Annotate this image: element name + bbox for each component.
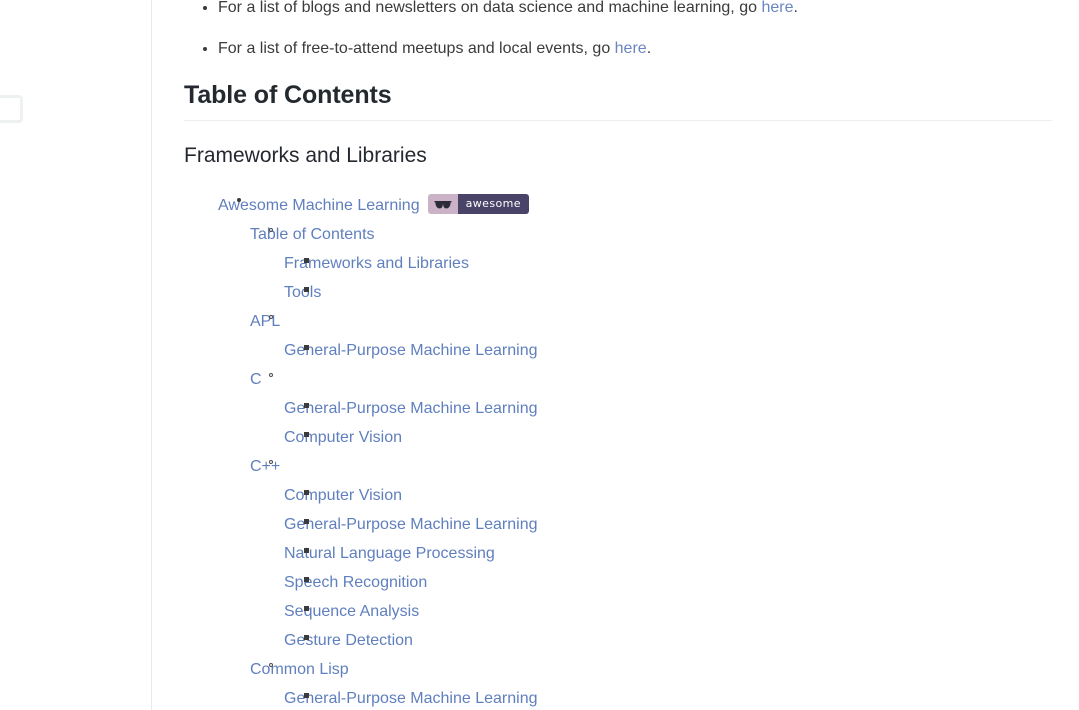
toc-link[interactable]: C bbox=[250, 371, 262, 388]
toc-link[interactable]: Gesture Detection bbox=[284, 632, 413, 649]
list-item: General-Purpose Machine Learning bbox=[250, 510, 1054, 539]
toc-row: Frameworks and Libraries bbox=[284, 249, 1054, 278]
page-title: Table of Contents bbox=[184, 81, 392, 109]
toc-link[interactable]: General-Purpose Machine Learning bbox=[284, 690, 537, 707]
list-item: Frameworks and Libraries bbox=[250, 249, 1054, 278]
intro-list-item: For a list of free-to-attend meetups and… bbox=[184, 39, 1054, 58]
list-item: C++ Computer Vision General-Purpose Machin… bbox=[218, 452, 1054, 655]
toc-link[interactable]: Awesome Machine Learning bbox=[218, 197, 420, 214]
list-item: General-Purpose Machine Learning bbox=[250, 336, 1054, 365]
intro-text: For a list of free-to-attend meetups and… bbox=[218, 40, 615, 57]
toc-row: General-Purpose Machine Learning bbox=[284, 394, 1054, 423]
list-item: Sequence Analysis bbox=[250, 597, 1054, 626]
toc-link[interactable]: Frameworks and Libraries bbox=[284, 255, 469, 272]
list-item: Awesome Machine Learning awesome Table of … bbox=[184, 189, 1054, 710]
list-item: Speech Recognition bbox=[250, 568, 1054, 597]
toc-row: APL bbox=[250, 307, 1054, 336]
toc-link[interactable]: Computer Vision bbox=[284, 429, 402, 446]
intro-text-trailing: . bbox=[646, 40, 652, 57]
intro-list-item: For a list of blogs and newsletters on d… bbox=[184, 0, 1054, 17]
here-link[interactable]: here bbox=[615, 40, 647, 57]
gutter-vertical-rule bbox=[151, 0, 152, 710]
sunglasses-icon bbox=[427, 194, 458, 214]
toc-link[interactable]: Natural Language Processing bbox=[284, 545, 495, 562]
list-item: Computer Vision bbox=[250, 481, 1054, 510]
toc-link[interactable]: Computer Vision bbox=[284, 487, 402, 504]
toc-row: General-Purpose Machine Learning bbox=[284, 336, 1054, 365]
toc-row: C++ bbox=[250, 452, 1054, 481]
list-item: Natural Language Processing bbox=[250, 539, 1054, 568]
toc-row: Awesome Machine Learning awesome bbox=[218, 189, 1054, 220]
list-item: Common Lisp General-Purpose Machine Learn… bbox=[218, 655, 1054, 710]
toc-row: Speech Recognition bbox=[284, 568, 1054, 597]
toc-row: Gesture Detection bbox=[284, 626, 1054, 655]
list-item: General-Purpose Machine Learning bbox=[250, 394, 1054, 423]
toc-link[interactable]: General-Purpose Machine Learning bbox=[284, 400, 537, 417]
awesome-badge[interactable]: awesome bbox=[427, 194, 529, 214]
toc-level-3-list: General-Purpose Machine Learning bbox=[250, 684, 1054, 710]
list-item: APL General-Purpose Machine Learning bbox=[218, 307, 1054, 365]
toc-link[interactable]: General-Purpose Machine Learning bbox=[284, 516, 537, 533]
heading-divider bbox=[184, 120, 1052, 121]
main-content: For a list of blogs and newsletters on d… bbox=[184, 0, 1054, 710]
toc-level-1-list: Awesome Machine Learning awesome Table of … bbox=[184, 189, 1054, 710]
edge-widget-partial[interactable] bbox=[0, 95, 23, 123]
toc-link[interactable]: General-Purpose Machine Learning bbox=[284, 342, 537, 359]
list-item: Tools bbox=[250, 278, 1054, 307]
toc-level-3-list: Computer Vision General-Purpose Machine L… bbox=[250, 481, 1054, 655]
toc-row: C bbox=[250, 365, 1054, 394]
toc-level-3-list: General-Purpose Machine Learning bbox=[250, 336, 1054, 365]
list-item: Table of Contents Frameworks and Librarie… bbox=[218, 220, 1054, 307]
toc-link[interactable]: APL bbox=[250, 313, 280, 330]
toc-row: Computer Vision bbox=[284, 423, 1054, 452]
toc-row: Table of Contents bbox=[250, 220, 1054, 249]
toc-link[interactable]: Common Lisp bbox=[250, 661, 349, 678]
toc-row: General-Purpose Machine Learning bbox=[284, 684, 1054, 710]
toc-link[interactable]: C++ bbox=[250, 458, 280, 475]
intro-text-trailing: . bbox=[793, 0, 798, 16]
toc-row: Tools bbox=[284, 278, 1054, 307]
toc-link[interactable]: Tools bbox=[284, 284, 321, 301]
page-root: For a list of blogs and newsletters on d… bbox=[0, 0, 1079, 710]
toc-row: Natural Language Processing bbox=[284, 539, 1054, 568]
toc-level-3-list: General-Purpose Machine Learning Computer… bbox=[250, 394, 1054, 452]
list-item: General-Purpose Machine Learning bbox=[250, 684, 1054, 710]
list-item: Computer Vision bbox=[250, 423, 1054, 452]
toc-level-2-list: Table of Contents Frameworks and Librarie… bbox=[218, 220, 1054, 710]
intro-text: For a list of blogs and newsletters on d… bbox=[218, 0, 762, 16]
intro-bullet-list: For a list of blogs and newsletters on d… bbox=[184, 0, 1054, 58]
toc-row: Common Lisp bbox=[250, 655, 1054, 684]
toc-level-3-list: Frameworks and Libraries Tools bbox=[250, 249, 1054, 307]
here-link[interactable]: here bbox=[761, 0, 793, 16]
toc-link[interactable]: Speech Recognition bbox=[284, 574, 427, 591]
toc-row: General-Purpose Machine Learning bbox=[284, 510, 1054, 539]
toc-link[interactable]: Table of Contents bbox=[250, 226, 375, 243]
list-item: C General-Purpose Machine Learning Compute… bbox=[218, 365, 1054, 452]
toc-link[interactable]: Sequence Analysis bbox=[284, 603, 419, 620]
toc-row: Computer Vision bbox=[284, 481, 1054, 510]
section-heading-frameworks: Frameworks and Libraries bbox=[184, 144, 427, 167]
toc-row: Sequence Analysis bbox=[284, 597, 1054, 626]
list-item: Gesture Detection bbox=[250, 626, 1054, 655]
awesome-badge-label: awesome bbox=[457, 194, 529, 214]
